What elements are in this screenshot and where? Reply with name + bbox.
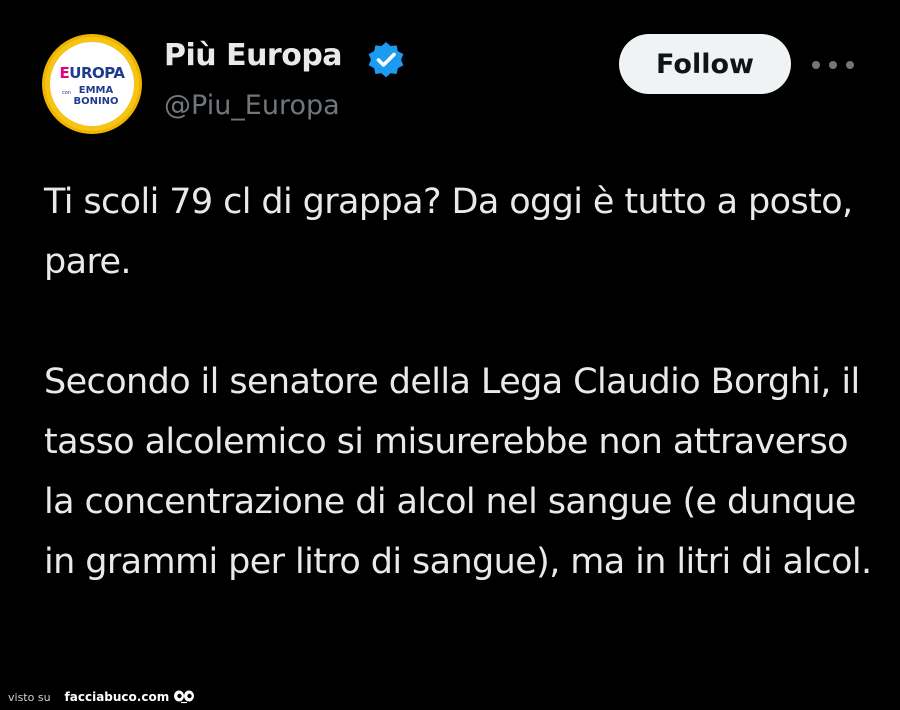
avatar-logo-top: EUROPA: [51, 64, 133, 82]
more-dot: [812, 61, 820, 69]
watermark-site: facciabuco.com: [64, 690, 170, 704]
tweet-paragraph-1: Ti scoli 79 cl di grappa? Da oggi è tutt…: [44, 182, 853, 282]
tweet-paragraph-2: Secondo il senatore della Lega Claudio B…: [44, 362, 872, 582]
eyes-logo-icon: [174, 690, 195, 704]
tweet-card: EUROPA con EMMA BONINO Più Europa @Piu_E…: [0, 0, 900, 710]
verified-badge-icon: [368, 42, 404, 78]
more-dot: [846, 61, 854, 69]
more-horizontal-icon[interactable]: [812, 50, 854, 80]
avatar-logo-background: [50, 42, 134, 126]
display-name[interactable]: Più Europa: [164, 38, 343, 73]
avatar-logo-line-2: BONINO: [73, 96, 119, 107]
avatar-logo-bottom: EMMA BONINO: [71, 85, 121, 107]
avatar[interactable]: EUROPA con EMMA BONINO: [42, 34, 142, 134]
avatar-logo-word: UROPA: [69, 64, 125, 82]
watermark-prefix: visto su: [8, 690, 51, 704]
tweet-text: Ti scoli 79 cl di grappa? Da oggi è tutt…: [44, 172, 874, 592]
avatar-logo-small: con: [62, 90, 71, 96]
more-dot: [829, 61, 837, 69]
account-handle[interactable]: @Piu_Europa: [164, 90, 340, 121]
avatar-logo-line-1: EMMA: [78, 85, 114, 96]
follow-button[interactable]: Follow: [619, 34, 791, 94]
avatar-logo-letter: E: [59, 64, 70, 82]
watermark: visto su facciabuco.com: [8, 688, 195, 706]
